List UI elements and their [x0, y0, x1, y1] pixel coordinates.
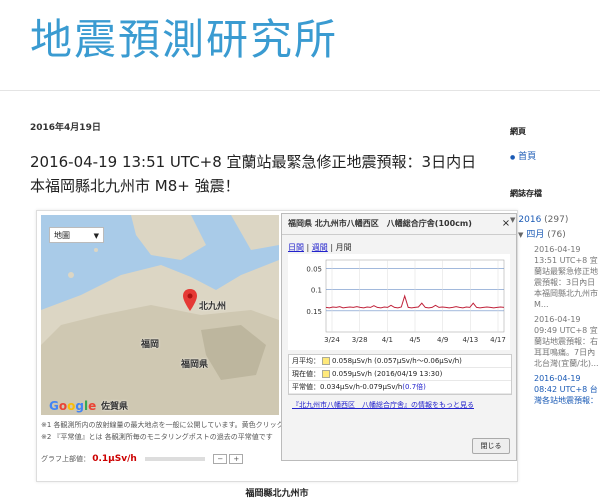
tab-day[interactable]: 日間 [288, 243, 304, 252]
archive-post-item[interactable]: 2016-04-19 08:42 UTC+8 台灣各站地震預報： [534, 373, 600, 406]
radiation-chart-svg: 0.15 0.1 0.05 3/24 3/28 4/1 4/5 4/9 4/13 4/17 [306, 259, 506, 344]
map-label-fukuoka-ken: 福岡県 [181, 360, 209, 370]
x-tick-label: 4/13 [462, 336, 478, 344]
graph-scale-row: グラフ上部値： 0.1μSv/h − + [41, 454, 244, 464]
close-button[interactable]: 閉じる [472, 438, 510, 454]
x-tick-label: 3/24 [324, 336, 340, 344]
blog-title-link[interactable]: 地震預測研究所 [30, 15, 338, 64]
stat-normal-value: 0.034μSv/h-0.079μSv/h [320, 383, 403, 391]
tab-week[interactable]: 週間 [312, 243, 328, 252]
x-tick-label: 4/9 [437, 336, 448, 344]
archive-year-count: (297) [544, 215, 569, 225]
zoom-in-button[interactable]: + [229, 454, 244, 464]
archive-heading: 網誌存檔 [510, 189, 542, 198]
map-label-kitakyushu: 北九州 [199, 302, 227, 312]
stat-normal-ratio: (0.7倍) [402, 383, 426, 391]
popup-title: 福岡県 北九州市八幡西区 八幡総合庁舎(100cm) [282, 214, 516, 235]
triangle-down-icon[interactable]: ▼ [518, 231, 523, 239]
archive-post-item[interactable]: 2016-04-19 13:51 UTC+8 宜蘭站最緊急修正地震預報：3日內日… [534, 244, 600, 310]
map-view[interactable]: 地圖 ▼ 北九州 福岡 福岡県 佐賀県 Google [41, 215, 279, 415]
tab-separator: | [306, 243, 310, 252]
sidebar: 網頁 ● 首頁 網誌存檔 ▼ 2016 (297) ▼ 四月 (76) 2016-0… [510, 126, 600, 406]
map-note-2: ※2 『平常値』とは 各観測所毎のモニタリングポストの過去の平常値です [41, 433, 273, 441]
blog-title[interactable]: 地震預測研究所 [30, 6, 338, 67]
stat-current-label: 現在値： [292, 370, 320, 378]
graph-scale-label: グラフ上部値： [41, 455, 90, 463]
chevron-down-icon: ▼ [93, 232, 99, 240]
tab-month[interactable]: 月間 [336, 243, 352, 252]
map-label-saga: 佐賀県 [101, 402, 129, 412]
stats-table: 月平均： 0.058μSv/h (0.057μSv/h〜0.06μSv/h) 現在… [288, 354, 512, 395]
map-label-fukuoka: 福岡 [141, 340, 160, 350]
graph-scale-value: 0.1μSv/h [92, 454, 137, 464]
google-logo: Google [49, 399, 97, 413]
y-tick-label: 0.05 [306, 265, 322, 273]
x-tick-label: 4/5 [409, 336, 420, 344]
x-tick-label: 4/17 [490, 336, 506, 344]
map-terrain [41, 215, 279, 415]
zoom-out-button[interactable]: − [213, 454, 228, 464]
archive-post-item[interactable]: 2016-04-19 09:49 UTC+8 宜蘭站地震預報：右耳耳鳴痛。7日內… [534, 314, 600, 369]
more-info-link[interactable]: 『北九州市八幡西区 八幡総合庁舎』の情報をもっと見る [292, 400, 474, 410]
bullet-icon: ● [510, 154, 516, 161]
map-note-1: ※1 各観測所内の放射線量の最大地点を一般に公開しています。黄色クリックで測 [41, 421, 298, 429]
stat-current: 現在値： 0.059μSv/h (2016/04/19 13:30) [289, 368, 511, 381]
x-tick-label: 3/28 [352, 336, 368, 344]
home-link[interactable]: 首頁 [518, 152, 536, 162]
yellow-swatch-icon [322, 357, 330, 365]
x-tick-label: 4/1 [382, 336, 393, 344]
archive-year-label[interactable]: 2016 [518, 215, 541, 225]
map-type-select[interactable]: 地圖 ▼ [49, 227, 104, 243]
post-title[interactable]: 2016-04-19 13:51 UTC+8 宜蘭站最緊急修正地震預報：3日内日… [30, 150, 485, 198]
stat-mean: 月平均： 0.058μSv/h (0.057μSv/h〜0.06μSv/h) [289, 355, 511, 368]
archive-month-count: (76) [547, 230, 566, 240]
y-tick-label: 0.1 [311, 287, 322, 295]
stat-mean-value: 0.058μSv/h (0.057μSv/h〜0.06μSv/h) [332, 357, 462, 365]
map-type-label: 地圖 [54, 231, 70, 240]
y-tick-label: 0.15 [306, 308, 322, 316]
image-caption: 福岡縣北九州市 [245, 489, 309, 499]
period-tabs: 日間 | 週間 | 月間 [288, 242, 352, 253]
station-popup: 福岡県 北九州市八幡西区 八幡総合庁舎(100cm) × 日間 | 週間 | 月… [281, 213, 517, 461]
stat-current-value: 0.059μSv/h (2016/04/19 13:30) [332, 370, 443, 378]
main-column: 2016年4月19日 2016-04-19 13:51 UTC+8 宜蘭站最緊急… [30, 120, 518, 499]
map-pin-icon[interactable] [183, 289, 197, 311]
archive-year[interactable]: ▼ 2016 (297) [510, 215, 600, 225]
archive-month-label[interactable]: 四月 [526, 230, 544, 240]
archive-month[interactable]: ▼ 四月 (76) [510, 227, 600, 240]
radiation-chart: 0.15 0.1 0.05 3/24 3/28 4/1 4/5 4/9 4/13 4/17 [288, 254, 510, 350]
page-list: ● 首頁 [510, 149, 600, 162]
archive-post-list: 2016-04-19 13:51 UTC+8 宜蘭站最緊急修正地震預報：3日內日… [510, 244, 600, 406]
header-divider [0, 90, 600, 91]
graph-scale-slider[interactable] [145, 457, 206, 461]
pages-heading: 網頁 [510, 127, 526, 136]
stat-normal-label: 平常値： [292, 383, 320, 391]
stat-mean-label: 月平均： [292, 357, 320, 365]
stat-normal: 平常値：0.034μSv/h-0.079μSv/h(0.7倍) [289, 381, 511, 394]
triangle-down-icon[interactable]: ▼ [510, 216, 515, 224]
post-image[interactable]: 地圖 ▼ 北九州 福岡 福岡県 佐賀県 Google ※1 各観測所内の放射線量の… [36, 210, 518, 499]
tab-separator: | [330, 243, 334, 252]
yellow-swatch-icon [322, 370, 330, 378]
post-date: 2016年4月19日 [30, 123, 101, 133]
